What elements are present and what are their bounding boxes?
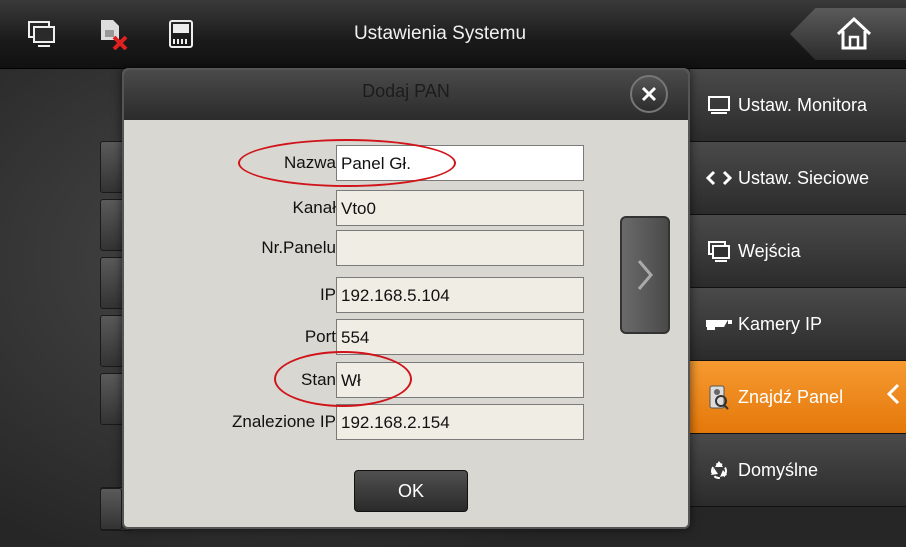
channel-field[interactable]: Vto0 — [336, 190, 584, 226]
monitor-icon — [704, 95, 734, 115]
home-button[interactable] — [760, 0, 906, 68]
field-label-port: Port — [304, 327, 336, 346]
field-label-found-ip: Znalezione IP — [232, 412, 336, 431]
field-label-panel-number: Nr.Panelu — [261, 238, 336, 257]
chevron-left-icon — [886, 383, 900, 410]
found-ip-field[interactable]: 192.168.2.154 — [336, 404, 584, 440]
panel-number-field[interactable] — [336, 230, 584, 266]
close-icon — [641, 86, 657, 102]
menu-item-monitor[interactable]: Ustaw. Monitora — [690, 69, 906, 142]
ok-button[interactable]: OK — [354, 470, 468, 512]
background-button — [100, 488, 122, 530]
field-label-channel: Kanał — [292, 198, 336, 217]
inputs-icon — [704, 240, 734, 262]
top-bar: Ustawienia Systemu — [0, 0, 906, 69]
page-title: Ustawienia Systemu — [353, 23, 527, 44]
field-label-ip: IP — [319, 285, 336, 304]
screen: Ustawienia Systemu Ustaw. Monitora Ustaw… — [0, 0, 906, 547]
settings-menu: Ustaw. Monitora Ustaw. Sieciowe Wejścia … — [690, 69, 906, 547]
close-button[interactable] — [630, 75, 668, 113]
menu-item-label: Wejścia — [738, 240, 801, 261]
dialog-title: Dodaj PAN — [362, 81, 450, 101]
network-arrows-icon — [704, 170, 734, 186]
menu-item-inputs[interactable]: Wejścia — [690, 215, 906, 288]
menu-item-network[interactable]: Ustaw. Sieciowe — [690, 142, 906, 215]
menu-item-label: Znajdź Panel — [738, 386, 844, 407]
highlight-ellipse — [238, 139, 456, 187]
menu-item-label: Kamery IP — [738, 313, 823, 334]
port-field[interactable]: 554 — [336, 319, 584, 355]
ip-camera-icon — [704, 316, 734, 332]
home-icon — [834, 14, 874, 57]
sim-card-error-icon[interactable] — [96, 18, 130, 50]
find-panel-icon — [704, 384, 734, 410]
recycle-icon — [704, 459, 734, 481]
ip-field[interactable]: 192.168.5.104 — [336, 277, 584, 313]
menu-item-label: Ustaw. Monitora — [738, 94, 868, 115]
sd-card-icon[interactable] — [164, 18, 198, 50]
next-button[interactable] — [620, 216, 670, 334]
menu-item-defaults[interactable]: Domyślne — [690, 434, 906, 507]
menu-item-label: Ustaw. Sieciowe — [738, 167, 870, 188]
menu-item-label: Domyślne — [738, 459, 819, 480]
menu-item-find-panel[interactable]: Znajdź Panel — [690, 361, 906, 434]
chevron-right-icon — [637, 260, 653, 290]
highlight-ellipse — [274, 351, 412, 407]
network-icon[interactable] — [24, 18, 58, 50]
menu-item-ip-cameras[interactable]: Kamery IP — [690, 288, 906, 361]
add-panel-dialog: Dodaj PAN Nazwa Panel Gł. Kanał Vto0 Nr.… — [122, 68, 690, 529]
